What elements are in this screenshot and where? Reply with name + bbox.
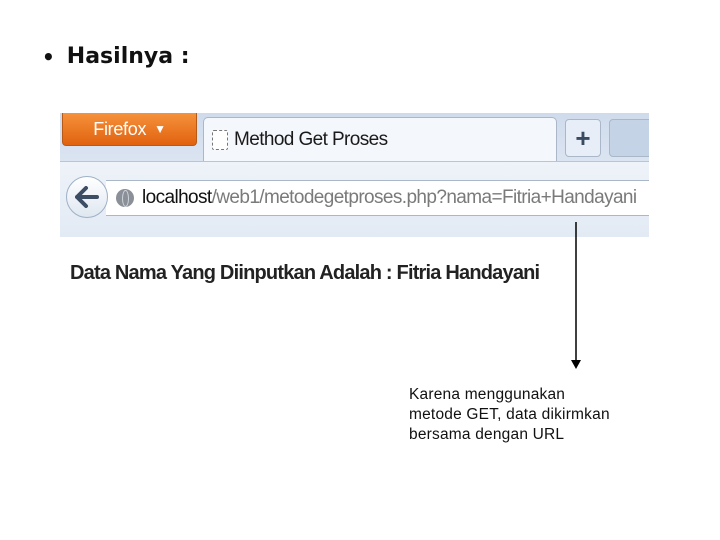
annotation-arrow	[571, 222, 581, 369]
caption-line: metode GET, data dikirmkan	[409, 406, 610, 423]
caption-line: bersama dengan URL	[409, 426, 565, 443]
caption-line: Karena menggunakan	[409, 386, 566, 403]
annotation-caption: Karena menggunakan metode GET, data diki…	[409, 385, 699, 445]
